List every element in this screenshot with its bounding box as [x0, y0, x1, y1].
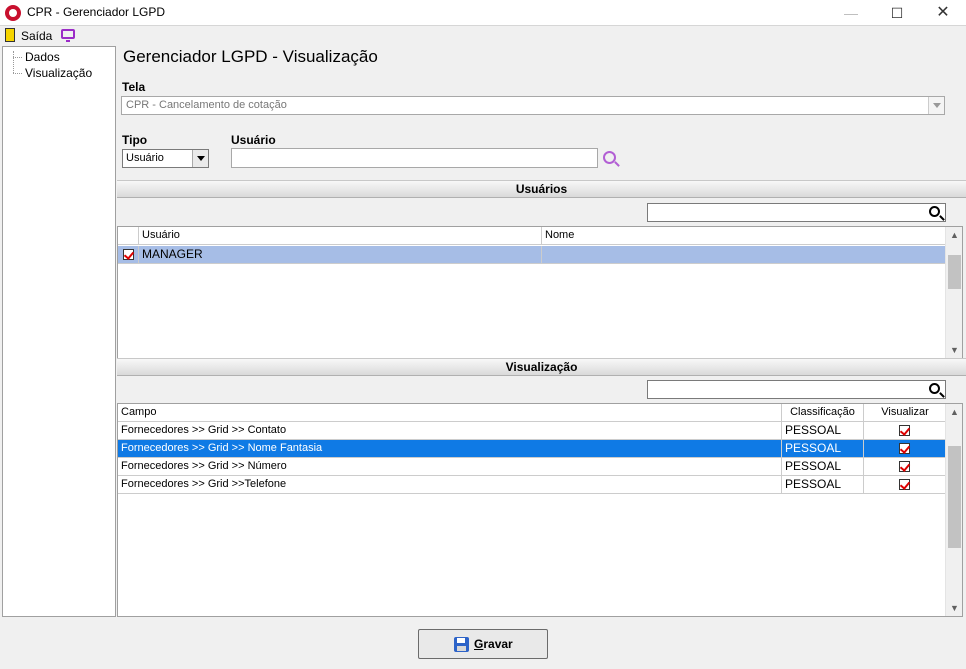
- close-button[interactable]: ✕: [920, 0, 966, 26]
- tree-connector: [13, 73, 22, 74]
- table-row[interactable]: Fornecedores >> Grid >>Telefone PESSOAL: [118, 476, 946, 494]
- column-separator: [863, 476, 864, 493]
- view-grid-scrollbar[interactable]: ▲ ▼: [945, 404, 962, 616]
- cell-classificacao: PESSOAL: [785, 477, 842, 491]
- window-title: CPR - Gerenciador LGPD: [27, 5, 166, 19]
- tela-select-value: CPR - Cancelamento de cotação: [126, 99, 287, 111]
- tipo-select-value: Usuário: [126, 152, 164, 164]
- visualizar-checkbox[interactable]: [899, 425, 910, 436]
- view-section-header: Visualização: [117, 358, 966, 376]
- table-row[interactable]: MANAGER: [118, 246, 946, 264]
- title-bar: CPR - Gerenciador LGPD — ☐ ✕: [0, 0, 966, 26]
- usuario-input[interactable]: [231, 148, 598, 168]
- users-grid-scrollbar[interactable]: ▲ ▼: [945, 227, 962, 358]
- table-row[interactable]: Fornecedores >> Grid >> Contato PESSOAL: [118, 422, 946, 440]
- column-separator: [541, 246, 542, 263]
- tree-connector: [13, 51, 14, 73]
- tela-select[interactable]: CPR - Cancelamento de cotação: [121, 96, 945, 115]
- cell-campo: Fornecedores >> Grid >>Telefone: [121, 478, 287, 490]
- column-header-check: [118, 227, 139, 245]
- tipo-label: Tipo: [122, 133, 148, 147]
- minimize-button[interactable]: —: [828, 0, 874, 26]
- page-title: Gerenciador LGPD - Visualização: [123, 47, 378, 66]
- search-icon[interactable]: [929, 383, 940, 394]
- cell-campo: Fornecedores >> Grid >> Nome Fantasia: [121, 442, 323, 454]
- view-grid-header: Campo Classificação Visualizar: [118, 404, 946, 422]
- tela-label: Tela: [122, 80, 146, 94]
- cell-classificacao: PESSOAL: [785, 441, 842, 455]
- search-icon[interactable]: [603, 151, 616, 164]
- cell-campo: Fornecedores >> Grid >> Número: [121, 460, 287, 472]
- scroll-thumb[interactable]: [948, 255, 961, 289]
- users-section-header: Usuários: [117, 180, 966, 198]
- table-row[interactable]: Fornecedores >> Grid >> Nome Fantasia PE…: [118, 440, 946, 458]
- chevron-down-icon[interactable]: [192, 150, 208, 167]
- column-header-nome[interactable]: Nome: [542, 227, 946, 245]
- scroll-up-icon[interactable]: ▲: [946, 227, 963, 243]
- search-icon[interactable]: [929, 206, 940, 217]
- toolbar: Saída: [0, 26, 966, 45]
- maximize-button[interactable]: ☐: [874, 0, 920, 26]
- tree-connector: [13, 57, 22, 58]
- table-row[interactable]: Fornecedores >> Grid >> Número PESSOAL: [118, 458, 946, 476]
- visualizar-checkbox[interactable]: [899, 461, 910, 472]
- floppy-disk-icon: [454, 637, 469, 652]
- scroll-down-icon[interactable]: ▼: [946, 600, 963, 616]
- app-logo-icon: [5, 5, 21, 21]
- column-separator: [863, 440, 864, 457]
- users-grid: Usuário Nome MANAGER ▲ ▼: [117, 226, 963, 359]
- cell-campo: Fornecedores >> Grid >> Contato: [121, 424, 287, 436]
- cell-usuario: MANAGER: [142, 247, 203, 261]
- users-filter-input[interactable]: [647, 203, 946, 222]
- scroll-up-icon[interactable]: ▲: [946, 404, 963, 420]
- tree-item-dados[interactable]: Dados: [25, 50, 60, 64]
- column-header-usuario[interactable]: Usuário: [139, 227, 542, 245]
- save-button[interactable]: Gravar: [418, 629, 548, 659]
- usuario-label: Usuário: [231, 133, 276, 147]
- users-grid-header: Usuário Nome: [118, 227, 946, 245]
- save-button-label: Gravar: [474, 637, 513, 651]
- exit-door-icon[interactable]: [5, 28, 15, 42]
- navigation-tree: Dados Visualização: [2, 46, 116, 617]
- chevron-down-icon[interactable]: [928, 97, 944, 114]
- cell-classificacao: PESSOAL: [785, 459, 842, 473]
- scroll-down-icon[interactable]: ▼: [946, 342, 963, 358]
- cell-classificacao: PESSOAL: [785, 423, 842, 437]
- monitor-icon[interactable]: [61, 29, 75, 42]
- column-separator: [863, 422, 864, 439]
- exit-button[interactable]: Saída: [21, 29, 52, 43]
- main-panel: Gerenciador LGPD - Visualização Tela CPR…: [117, 46, 966, 620]
- column-separator: [863, 458, 864, 475]
- column-header-campo[interactable]: Campo: [118, 404, 782, 422]
- visualizar-checkbox[interactable]: [899, 443, 910, 454]
- scroll-thumb[interactable]: [948, 446, 961, 548]
- tree-item-visualizacao[interactable]: Visualização: [25, 66, 92, 80]
- view-filter-input[interactable]: [647, 380, 946, 399]
- column-header-visualizar[interactable]: Visualizar: [864, 404, 946, 422]
- row-checkbox[interactable]: [123, 249, 134, 260]
- column-header-classificacao[interactable]: Classificação: [782, 404, 864, 422]
- tipo-select[interactable]: Usuário: [122, 149, 209, 168]
- visualizar-checkbox[interactable]: [899, 479, 910, 490]
- view-grid: Campo Classificação Visualizar Fornecedo…: [117, 403, 963, 617]
